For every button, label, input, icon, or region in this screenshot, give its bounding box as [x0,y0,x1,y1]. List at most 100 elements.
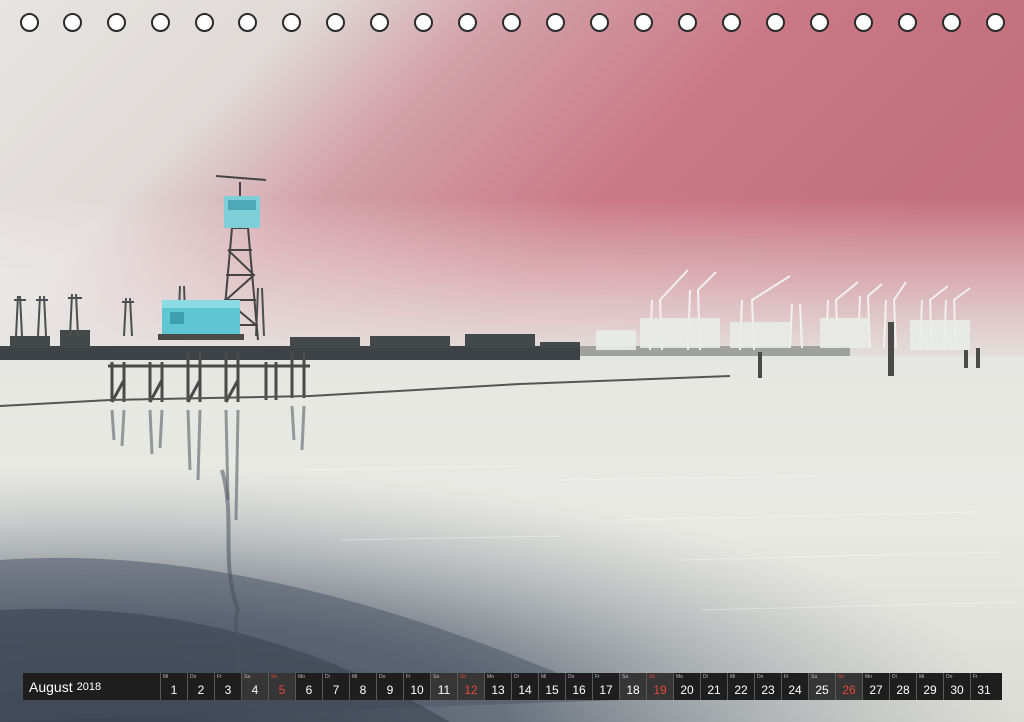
day-number: 18 [626,683,640,697]
day-abbr: Do [379,674,386,680]
day-cell: So 12 [457,673,484,700]
binding-hole [63,13,82,32]
day-number: 3 [224,683,232,697]
day-abbr: So [271,674,278,680]
day-abbr: Do [568,674,575,680]
day-abbr: Mi [541,674,547,680]
day-number: 10 [410,683,424,697]
day-cell: So 5 [268,673,295,700]
binding-hole [942,13,961,32]
binding-hole [20,13,39,32]
day-cell: Sa 18 [619,673,646,700]
binding-hole [282,13,301,32]
binding-hole [151,13,170,32]
day-abbr: Sa [433,674,440,680]
day-cell: So 26 [835,673,862,700]
day-number: 16 [572,683,586,697]
day-abbr: Fr [406,674,411,680]
harbor-photo [0,0,1024,722]
month-label: August 2018 [23,673,160,700]
day-cell: Do 30 [943,673,970,700]
day-cell: Fr 17 [592,673,619,700]
day-number: 12 [464,683,478,697]
day-cell: Fr 24 [781,673,808,700]
day-number: 5 [278,683,286,697]
day-abbr: Do [190,674,197,680]
day-number: 13 [491,683,505,697]
day-abbr: Fr [784,674,789,680]
day-cell: Mo 20 [673,673,700,700]
month-name: August [29,678,73,695]
day-abbr: Do [757,674,764,680]
day-abbr: Sa [622,674,629,680]
day-abbr: So [649,674,656,680]
day-cell: Di 7 [322,673,349,700]
day-abbr: Mi [163,674,169,680]
day-number: 17 [599,683,613,697]
binding-hole [854,13,873,32]
binding-hole [722,13,741,32]
day-cell: Do 16 [565,673,592,700]
day-cell: Fr 10 [403,673,430,700]
day-number: 24 [788,683,802,697]
calendar-page: August 2018 Mi 1 Do 2 Fr 3 Sa 4 So 5 Mo 6 Di 7 Mi 8 Do 9 F… [0,0,1024,722]
day-cell: Sa 25 [808,673,835,700]
day-number: 9 [386,683,394,697]
day-number: 7 [332,683,340,697]
day-number: 15 [545,683,559,697]
day-abbr: Sa [244,674,251,680]
day-cell: Mi 8 [349,673,376,700]
day-number: 4 [251,683,259,697]
binding-holes [0,0,1024,46]
day-number: 14 [518,683,532,697]
day-abbr: Mo [865,674,872,680]
day-abbr: So [838,674,845,680]
day-cell: Di 14 [511,673,538,700]
day-number: 29 [923,683,937,697]
day-number: 25 [815,683,829,697]
day-number: 27 [869,683,883,697]
day-number: 8 [359,683,367,697]
binding-hole [986,13,1005,32]
day-number: 1 [170,683,178,697]
day-cell: Mi 22 [727,673,754,700]
day-abbr: Fr [217,674,222,680]
day-abbr: Mo [676,674,683,680]
day-number: 22 [734,683,748,697]
binding-hole [238,13,257,32]
day-number: 26 [842,683,856,697]
day-abbr: Mi [352,674,358,680]
day-cell: Do 23 [754,673,781,700]
day-number: 28 [896,683,910,697]
day-cells: Mi 1 Do 2 Fr 3 Sa 4 So 5 Mo 6 Di 7 Mi 8 Do 9 Fr 10 Sa 11 So 12 M… [160,673,1002,700]
calendar-strip: August 2018 Mi 1 Do 2 Fr 3 Sa 4 So 5 Mo 6 Di 7 Mi 8 Do 9 F… [23,673,1002,700]
day-abbr: Fr [595,674,600,680]
binding-hole [502,13,521,32]
day-abbr: Fr [973,674,978,680]
day-cell: Do 2 [187,673,214,700]
day-cell: Mi 29 [916,673,943,700]
day-cell: Fr 3 [214,673,241,700]
day-abbr: Sa [811,674,818,680]
day-number: 31 [977,683,991,697]
day-cell: Di 28 [889,673,916,700]
day-number: 21 [707,683,721,697]
day-cell: Sa 11 [430,673,457,700]
day-cell: Mo 27 [862,673,889,700]
day-cell: Fr 31 [970,673,997,700]
day-number: 23 [761,683,775,697]
day-cell: Mi 15 [538,673,565,700]
day-abbr: Mo [487,674,494,680]
day-cell: Di 21 [700,673,727,700]
binding-hole [326,13,345,32]
day-number: 30 [950,683,964,697]
day-cell: Mi 1 [160,673,187,700]
binding-hole [634,13,653,32]
binding-hole [458,13,477,32]
day-number: 2 [197,683,205,697]
day-number: 19 [653,683,667,697]
day-abbr: Mi [919,674,925,680]
day-number: 11 [437,683,451,697]
day-cell: Mo 6 [295,673,322,700]
binding-hole [898,13,917,32]
